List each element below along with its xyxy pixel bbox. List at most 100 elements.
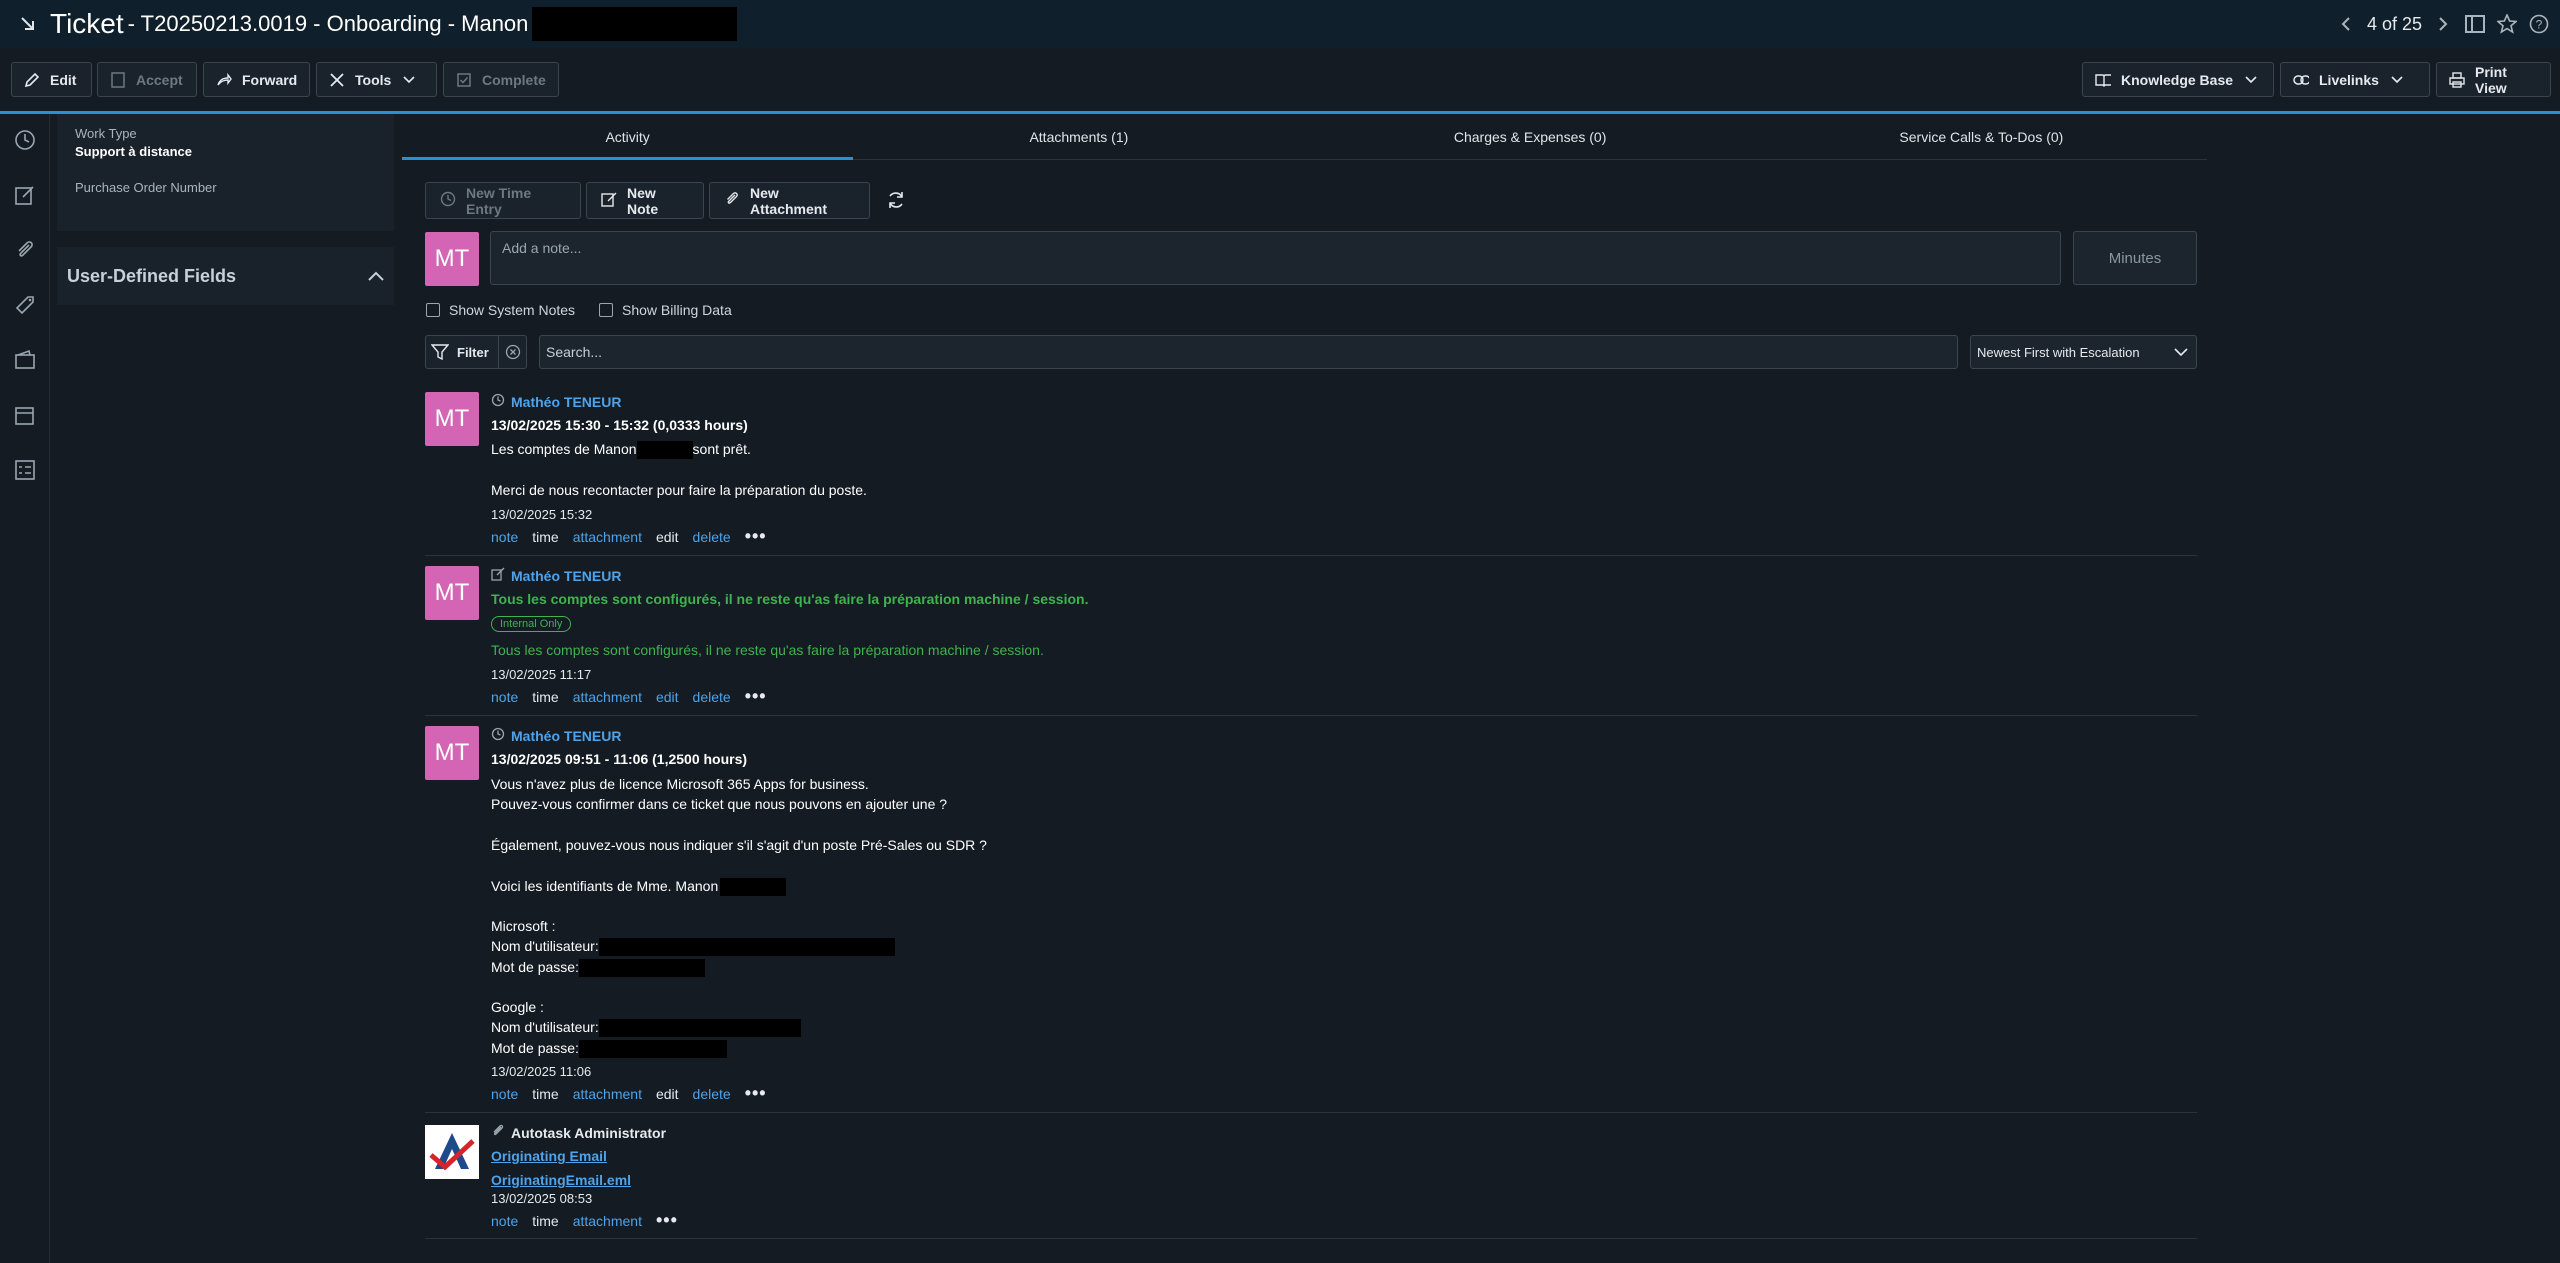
edit-label: Edit	[50, 71, 77, 88]
more-icon[interactable]: •••	[745, 686, 767, 707]
new-time-entry-label: New Time Entry	[466, 184, 532, 217]
chevron-right-icon[interactable]	[2432, 13, 2454, 35]
entry-author[interactable]: Mathéo TENEUR	[491, 727, 621, 744]
filter-button[interactable]: Filter	[425, 335, 527, 369]
entry-body-line: Tous les comptes sont configurés, il ne …	[491, 642, 1044, 658]
tools-icon	[329, 72, 345, 88]
attachment-link[interactable]: attachment	[573, 1213, 642, 1229]
arrow-down-right-icon[interactable]	[16, 12, 40, 36]
edit-note-icon	[491, 567, 505, 584]
show-billing-data-checkbox[interactable]: Show Billing Data	[599, 302, 732, 318]
ticket-fields: Work Type Support à distance Purchase Or…	[57, 114, 394, 231]
sort-select[interactable]: Newest First with Escalation	[1970, 335, 2197, 369]
show-system-notes-checkbox[interactable]: Show System Notes	[426, 302, 575, 318]
chevron-down-icon	[2389, 72, 2405, 88]
delete-link[interactable]: delete	[693, 529, 731, 545]
page-title: Ticket	[50, 8, 124, 39]
tag-icon[interactable]	[13, 293, 37, 317]
new-attachment-button[interactable]: New Attachment	[709, 182, 870, 219]
entry-actions: note time attachment edit delete •••	[491, 686, 767, 707]
title-bar: Ticket - T20250213.0019 - Onboarding - M…	[0, 0, 2560, 48]
originating-email-link[interactable]: Originating Email	[491, 1148, 607, 1164]
note-link[interactable]: note	[491, 689, 518, 705]
livelinks-button[interactable]: Livelinks	[2280, 62, 2430, 97]
tab-attachments[interactable]: Attachments (1)	[853, 114, 1304, 159]
tab-charges-expenses[interactable]: Charges & Expenses (0)	[1305, 114, 1756, 159]
attachment-link[interactable]: attachment	[573, 689, 642, 705]
checkbox[interactable]	[599, 303, 613, 317]
print-view-button[interactable]: Print View	[2436, 62, 2551, 97]
delete-link[interactable]: delete	[693, 1086, 731, 1102]
attachment-link[interactable]: attachment	[573, 529, 642, 545]
note-link[interactable]: note	[491, 1086, 518, 1102]
livelinks-label: Livelinks	[2319, 71, 2379, 88]
entry-text: Voici les identifiants de Mme. Manon	[491, 878, 719, 894]
title-nav: 4 of 25 ?	[2335, 0, 2550, 48]
work-type-label: Work Type	[75, 126, 137, 141]
clear-filter-icon[interactable]	[498, 336, 526, 368]
entry-author[interactable]: Mathéo TENEUR	[491, 393, 621, 410]
paperclip-icon[interactable]	[13, 238, 37, 262]
edit-note-icon[interactable]	[13, 183, 37, 207]
time-link[interactable]: time	[532, 529, 558, 545]
more-icon[interactable]: •••	[656, 1210, 678, 1231]
knowledge-base-button[interactable]: Knowledge Base	[2082, 62, 2274, 97]
checklist-icon[interactable]	[13, 458, 37, 482]
tools-button[interactable]: Tools	[316, 62, 437, 97]
entry-body-line: Les comptes de Manon sont prêt.	[491, 441, 751, 460]
redacted-block	[578, 1040, 727, 1059]
note-link[interactable]: note	[491, 529, 518, 545]
edit-link[interactable]: edit	[656, 529, 679, 545]
forward-button[interactable]: Forward	[203, 62, 310, 97]
entry-body-line: Microsoft :	[491, 918, 556, 934]
entry-author[interactable]: Mathéo TENEUR	[491, 567, 621, 584]
checkbox[interactable]	[426, 303, 440, 317]
entry-body-line: Pouvez-vous confirmer dans ce ticket que…	[491, 796, 948, 812]
refresh-icon[interactable]	[886, 190, 906, 213]
clock-icon[interactable]	[13, 128, 37, 152]
complete-button[interactable]: Complete	[443, 62, 559, 97]
entry-text: Mot de passe:	[491, 959, 579, 975]
more-icon[interactable]: •••	[745, 526, 767, 547]
author-name[interactable]: Mathéo TENEUR	[511, 394, 621, 410]
note-link[interactable]: note	[491, 1213, 518, 1229]
author-name[interactable]: Mathéo TENEUR	[511, 728, 621, 744]
originating-email-file-link[interactable]: OriginatingEmail.eml	[491, 1172, 631, 1188]
time-link[interactable]: time	[532, 1213, 558, 1229]
star-icon[interactable]	[2496, 13, 2518, 35]
edit-link[interactable]: edit	[656, 689, 679, 705]
panel-layout-icon[interactable]	[2464, 13, 2486, 35]
work-type-value[interactable]: Support à distance	[75, 144, 376, 159]
print-icon	[2449, 71, 2465, 88]
accept-button[interactable]: Accept	[97, 62, 197, 97]
more-icon[interactable]: •••	[745, 1083, 767, 1104]
help-icon[interactable]: ?	[2528, 13, 2550, 35]
wallet-icon[interactable]	[13, 348, 37, 372]
edit-button[interactable]: Edit	[11, 62, 92, 97]
delete-link[interactable]: delete	[693, 689, 731, 705]
entry-body-line: Merci de nous recontacter pour faire la …	[491, 482, 867, 498]
time-link[interactable]: time	[532, 1086, 558, 1102]
entry-text: Nom d'utilisateur:	[491, 1019, 599, 1035]
tab-activity[interactable]: Activity	[402, 114, 854, 160]
chevron-up-icon[interactable]	[368, 268, 384, 284]
complete-label: Complete	[482, 71, 546, 88]
attachment-link[interactable]: attachment	[573, 1086, 642, 1102]
entry-body-line: Google :	[491, 999, 544, 1015]
entry-author[interactable]: Autotask Administrator	[491, 1124, 666, 1141]
search-input[interactable]: Search...	[539, 335, 1958, 369]
chevron-left-icon[interactable]	[2335, 13, 2357, 35]
pencil-icon	[24, 72, 40, 88]
filter-icon	[431, 344, 449, 360]
note-input[interactable]: Add a note...	[490, 231, 2061, 285]
edit-link[interactable]: edit	[656, 1086, 679, 1102]
new-time-entry-button[interactable]: New Time Entry	[425, 182, 581, 219]
user-defined-fields-header[interactable]: User-Defined Fields	[57, 247, 394, 305]
avatar: MT	[425, 726, 479, 780]
tab-service-calls[interactable]: Service Calls & To-Dos (0)	[1756, 114, 2207, 159]
new-note-button[interactable]: New Note	[586, 182, 704, 219]
minutes-field[interactable]: Minutes	[2073, 231, 2197, 285]
time-link[interactable]: time	[532, 689, 558, 705]
author-name[interactable]: Mathéo TENEUR	[511, 568, 621, 584]
calendar-icon[interactable]	[13, 403, 37, 427]
